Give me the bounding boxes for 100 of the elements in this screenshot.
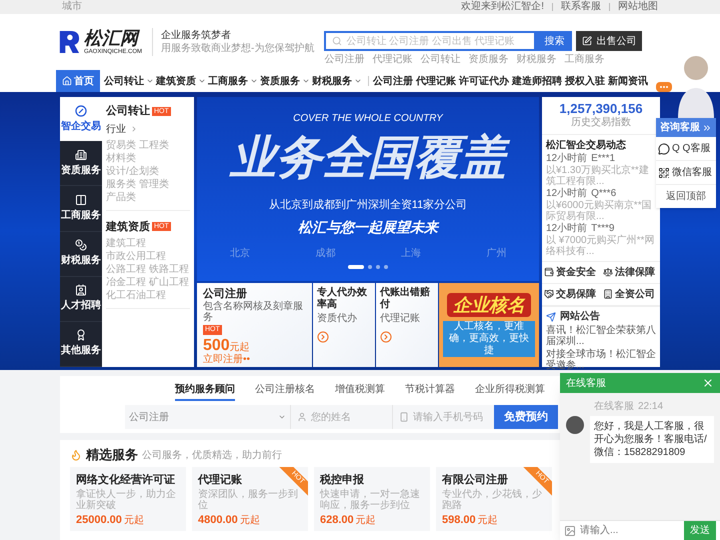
- card-price: 4800.00: [198, 514, 238, 526]
- nav-tab[interactable]: 财税服务: [312, 70, 362, 92]
- chat-time: 22:14: [638, 400, 664, 414]
- nav-tab[interactable]: 资质服务: [260, 70, 310, 92]
- booking-tab[interactable]: 节税计算器: [405, 382, 455, 401]
- banner-subline: 从北京到成都到广州深圳全资11家分公司: [268, 198, 468, 213]
- city-label: 北京: [230, 246, 250, 262]
- search-field[interactable]: 公司转让 公司注册 公司出售 代理记账: [324, 31, 536, 51]
- card-price-unit: 元起: [356, 515, 376, 527]
- promo-title: 专人代办效率高: [317, 287, 368, 311]
- activity-user: T***9: [591, 222, 614, 235]
- sell-company-button[interactable]: 出售公司: [576, 31, 642, 51]
- featured-title: 精选服务: [86, 448, 138, 461]
- logo-name: 松汇网: [84, 29, 141, 47]
- chevron-right-icon[interactable]: [130, 125, 138, 133]
- promo-ad-banner[interactable]: 企业核名 人工核名，更准确，更高效，更快捷: [439, 283, 539, 367]
- chat-bubble-icon[interactable]: [656, 82, 672, 92]
- promo-card[interactable]: 代账出错赔付 代理记账: [376, 283, 438, 367]
- close-icon[interactable]: [702, 377, 714, 389]
- nav-tab[interactable]: 公司转让: [104, 70, 154, 92]
- chevron-down-icon: [302, 77, 310, 85]
- activity-time: 12小时前: [546, 188, 588, 200]
- nav-link[interactable]: 公司注册: [373, 74, 413, 88]
- stats-caption: 历史交易指数: [571, 117, 631, 130]
- nav-link[interactable]: 代理记账: [416, 74, 456, 88]
- banner-slogan: 松汇与您一起展望未来: [297, 218, 440, 238]
- nav-link[interactable]: 建造师招聘: [512, 74, 562, 88]
- chat-input[interactable]: 请输入...: [580, 523, 680, 538]
- activity-text: 以 ¥7000元购买广州**网络科技有...: [546, 234, 656, 257]
- promo-price: 500: [203, 337, 230, 354]
- nav-link[interactable]: 许可证代办: [459, 74, 509, 88]
- booking-tab[interactable]: 企业所得税测算: [475, 382, 545, 401]
- phone-icon: [399, 412, 409, 422]
- consult-option[interactable]: Q Q客服: [656, 137, 716, 161]
- flame-icon: [70, 449, 82, 461]
- guarantee-icon: [603, 267, 613, 278]
- booking-tab[interactable]: 公司注册核名: [255, 382, 315, 401]
- guarantee-icon: [544, 267, 554, 278]
- book-button[interactable]: 免费预约: [494, 405, 558, 429]
- service-card[interactable]: 税控申报 快速申请，一对一急速响应，服务一步到位 628.00 元起: [314, 467, 430, 531]
- notice-item[interactable]: 喜讯！松汇智企荣获第八届深圳...: [546, 324, 656, 347]
- slogan-title: 企业服务筑梦者: [161, 28, 232, 42]
- consult-header[interactable]: 咨询客服: [656, 118, 716, 137]
- category-group-title[interactable]: 建筑资质: [106, 218, 150, 235]
- home-icon: [62, 76, 72, 86]
- category-group-title[interactable]: 公司转让: [106, 103, 150, 120]
- nav-link[interactable]: 新闻资讯: [608, 74, 648, 88]
- category-icon: [75, 104, 87, 117]
- chevron-down-icon: [198, 77, 206, 85]
- chat-message: 您好，我是人工客服，很开心为您服务！客服电话/微信：15828291809: [590, 416, 714, 463]
- banner-tagline: COVER THE WHOLE COUNTRY: [293, 112, 443, 126]
- category-tab[interactable]: 智企交易: [60, 97, 102, 142]
- card-title: 网络文化经营许可证: [76, 473, 175, 487]
- guarantee-label: 资金安全: [556, 265, 596, 280]
- card-price-unit: 元起: [240, 515, 260, 527]
- image-upload-icon[interactable]: [564, 524, 576, 536]
- name-input[interactable]: 您的姓名: [311, 410, 386, 424]
- city-label: 上海: [400, 246, 421, 262]
- consult-option[interactable]: 微信客服: [656, 161, 716, 185]
- nav-tab[interactable]: 建筑资质: [156, 70, 206, 92]
- search-button[interactable]: 搜索: [536, 31, 572, 51]
- back-to-top-link[interactable]: 返回顶部: [656, 185, 716, 208]
- booking-tab[interactable]: 增值税测算: [335, 382, 385, 401]
- phone-input[interactable]: 请输入手机号码: [413, 410, 488, 424]
- chevron-down-icon: [354, 77, 362, 85]
- activity-user: Q***6: [591, 188, 616, 200]
- activity-time: 12小时前: [546, 152, 588, 164]
- card-title: 有限公司注册: [442, 473, 508, 487]
- nav-tab[interactable]: 工商服务: [208, 70, 258, 92]
- top-link[interactable]: 网站地图: [618, 2, 658, 12]
- card-price: 25000.00: [76, 514, 122, 526]
- name-field[interactable]: 您的姓名: [290, 405, 392, 429]
- activity-text: 以¥1.30万购买北京**建筑工程有限...: [546, 164, 650, 187]
- activity-user: E***1: [591, 152, 616, 164]
- chat-title: 在线客服: [566, 376, 606, 390]
- double-chevron-icon: [702, 122, 712, 132]
- rocket-r-logo-icon: [58, 29, 80, 55]
- arrow-circle-icon[interactable]: [317, 331, 329, 343]
- agent-avatar: [566, 416, 584, 434]
- guarantee-icon: [603, 289, 613, 300]
- promo-card[interactable]: 专人代办效率高 资质代办: [313, 283, 375, 367]
- booking-tab[interactable]: 预约服务顾问: [175, 382, 235, 401]
- activity-text: 以¥6000元购买南京**国际贸易有限...: [546, 200, 653, 222]
- promo-title: 代账出错赔付: [380, 287, 431, 311]
- announcement-icon: [546, 312, 556, 322]
- phone-field[interactable]: 请输入手机号码: [392, 405, 494, 429]
- stats-value: 1,257,390,156: [559, 101, 643, 116]
- promo-desc: 资质代办: [317, 313, 358, 325]
- banner-headline: 业务全国覆盖: [222, 130, 514, 185]
- nav-link[interactable]: 授权入驻: [565, 74, 605, 88]
- service-card[interactable]: 网络文化经营许可证 拿证快人一步，助力企业新突破 25000.00 元起: [70, 467, 186, 531]
- person-icon: [297, 412, 307, 422]
- card-desc: 快速申请，一对一急速响应，服务一步到位: [320, 489, 421, 511]
- top-link[interactable]: 联系客服: [561, 2, 601, 12]
- category-icon: [75, 194, 87, 206]
- arrow-circle-icon[interactable]: [380, 331, 392, 343]
- nav-tab[interactable]: 首页: [56, 70, 100, 92]
- notice-title: 网站公告: [560, 310, 600, 323]
- search-input[interactable]: 公司转让 公司注册 公司出售 代理记账: [346, 34, 528, 48]
- top-link[interactable]: 欢迎来到松汇智企!: [461, 2, 544, 12]
